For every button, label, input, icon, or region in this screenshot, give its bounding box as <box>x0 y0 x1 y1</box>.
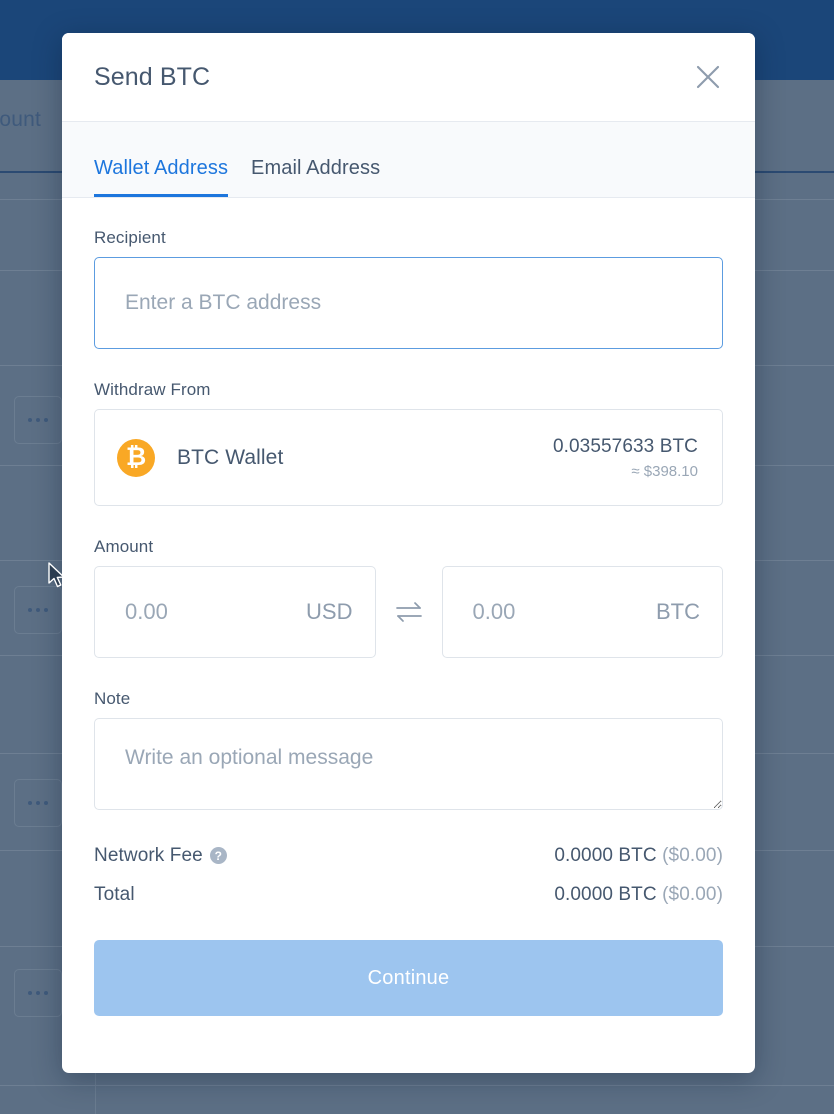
dot <box>44 418 48 422</box>
tab-wallet-address[interactable]: Wallet Address <box>94 157 229 197</box>
modal-header: Send BTC <box>62 33 755 122</box>
network-fee-label: Network Fee <box>94 844 203 866</box>
total-fiat: ($0.00) <box>662 883 723 905</box>
dot <box>28 991 32 995</box>
dot <box>44 608 48 612</box>
wallet-name: BTC Wallet <box>177 445 284 469</box>
swap-arrows-icon[interactable] <box>376 599 442 625</box>
background-row-menu-button[interactable] <box>14 779 62 827</box>
withdraw-from-section: Withdraw From ₿ BTC Wallet 0.03557633 BT… <box>94 380 723 506</box>
amount-fiat-box: USD <box>94 566 376 658</box>
dot <box>36 608 40 612</box>
recipient-label: Recipient <box>94 228 166 247</box>
dot <box>44 801 48 805</box>
wallet-balance-fiat: ≈ $398.10 <box>631 462 698 480</box>
bitcoin-icon: ₿ <box>117 438 155 477</box>
withdraw-from-label: Withdraw From <box>94 380 211 399</box>
note-label: Note <box>94 689 131 708</box>
amount-fiat-input[interactable] <box>125 599 299 625</box>
bitcoin-glyph: ₿ <box>125 442 147 471</box>
background-row-menu-button[interactable] <box>14 969 62 1017</box>
dot <box>36 991 40 995</box>
modal-tabs: Wallet Address Email Address <box>62 122 755 198</box>
modal-body: Recipient Withdraw From ₿ BTC Wallet 0.0… <box>62 198 755 1016</box>
modal-title: Send BTC <box>94 62 211 91</box>
recipient-input[interactable] <box>94 257 723 349</box>
network-fee-crypto: 0.0000 BTC <box>554 844 663 866</box>
dot <box>28 418 32 422</box>
amount-crypto-box: BTC <box>441 566 723 658</box>
recipient-section: Recipient <box>94 228 723 349</box>
amount-crypto-currency: BTC <box>656 599 700 624</box>
background-row-menu-button[interactable] <box>14 586 62 634</box>
amount-row: USD BTC <box>94 566 723 658</box>
fee-summary: Network Fee ? 0.0000 BTC ($0.00) Total 0… <box>94 836 723 914</box>
tab-email-address[interactable]: Email Address <box>251 157 380 197</box>
close-icon[interactable] <box>689 58 727 96</box>
total-label-group: Total <box>94 884 135 906</box>
amount-fiat-currency: USD <box>306 599 353 624</box>
dot <box>28 608 32 612</box>
help-icon[interactable]: ? <box>209 847 227 864</box>
background-row-menu-button[interactable] <box>14 396 62 444</box>
dot <box>28 801 32 805</box>
total-label: Total <box>94 883 135 905</box>
dot <box>36 418 40 422</box>
note-textarea[interactable] <box>94 718 723 810</box>
total-crypto: 0.0000 BTC <box>554 883 663 905</box>
amount-crypto-input[interactable] <box>472 599 648 625</box>
dot <box>44 991 48 995</box>
page-root: ccount Send BTC Wallet Address Email Add… <box>0 0 834 1114</box>
send-btc-modal: Send BTC Wallet Address Email Address Re… <box>62 33 755 1073</box>
network-fee-label-group: Network Fee ? <box>94 845 227 867</box>
dot <box>36 801 40 805</box>
note-section: Note <box>94 689 723 810</box>
total-value: 0.0000 BTC ($0.00) <box>554 884 723 906</box>
network-fee-value: 0.0000 BTC ($0.00) <box>554 845 723 867</box>
amount-label: Amount <box>94 537 154 556</box>
background-page-title: ccount <box>0 108 42 131</box>
network-fee-fiat: ($0.00) <box>662 844 723 866</box>
wallet-balance: 0.03557633 BTC ≈ $398.10 <box>553 436 698 480</box>
continue-button[interactable]: Continue <box>94 940 723 1016</box>
total-row: Total 0.0000 BTC ($0.00) <box>94 875 723 914</box>
withdraw-from-wallet-selector[interactable]: ₿ BTC Wallet 0.03557633 BTC ≈ $398.10 <box>94 409 723 506</box>
amount-section: Amount USD <box>94 537 723 658</box>
background-row-divider <box>0 1085 834 1086</box>
network-fee-row: Network Fee ? 0.0000 BTC ($0.00) <box>94 836 723 875</box>
wallet-balance-crypto: 0.03557633 BTC <box>552 435 698 457</box>
